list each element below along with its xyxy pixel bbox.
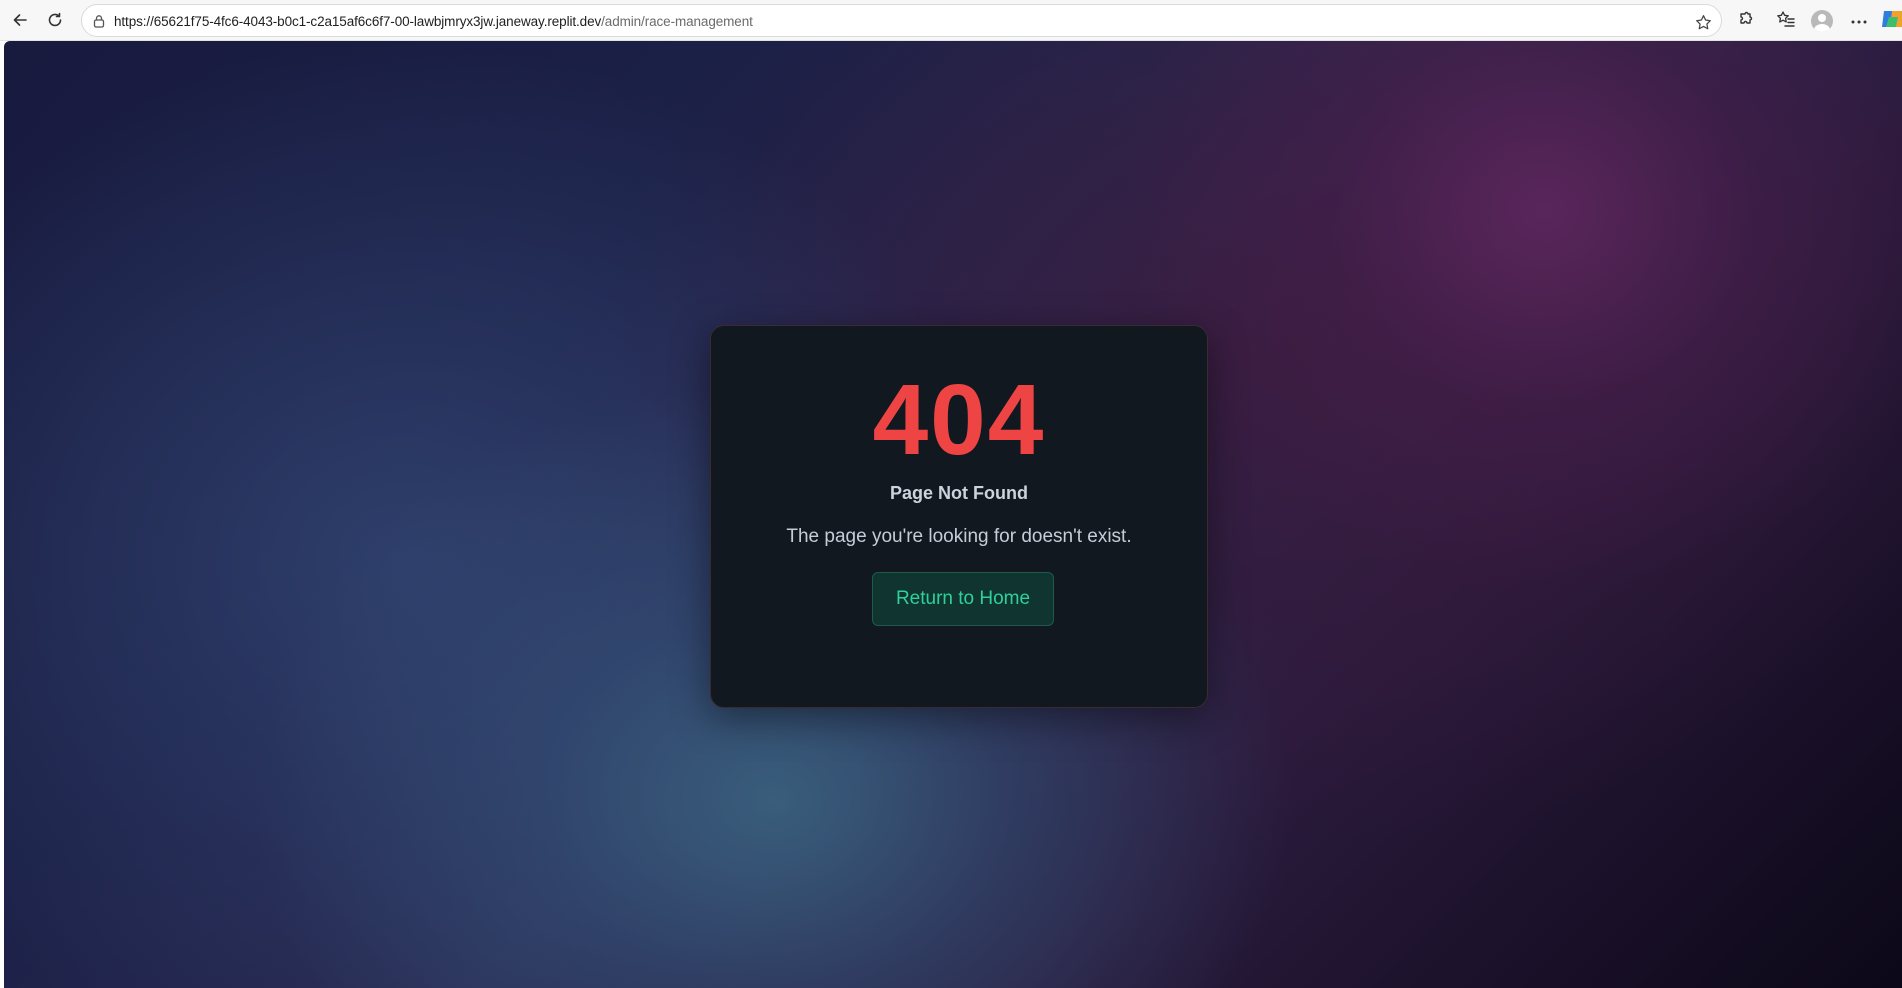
profile-button[interactable]: [1807, 6, 1837, 36]
error-code: 404: [872, 364, 1046, 476]
reload-button[interactable]: [41, 6, 69, 34]
copilot-icon: [1880, 8, 1902, 35]
ellipsis-icon: [1850, 12, 1868, 30]
extensions-button[interactable]: [1731, 6, 1761, 36]
error-title: Page Not Found: [890, 483, 1028, 503]
profile-avatar-icon: [1811, 10, 1833, 32]
lock-icon[interactable]: [90, 12, 108, 30]
address-bar[interactable]: https://65621f75-4fc6-4043-b0c1-c2a15af6…: [81, 4, 1722, 37]
reload-icon: [46, 11, 64, 29]
error-message: The page you're looking for doesn't exis…: [786, 526, 1132, 547]
puzzle-icon: [1737, 10, 1755, 33]
copilot-button[interactable]: [1880, 6, 1902, 36]
arrow-left-icon: [11, 11, 29, 29]
favorites-button[interactable]: [1771, 6, 1801, 36]
star-icon[interactable]: [1693, 12, 1713, 32]
browser-toolbar: https://65621f75-4fc6-4043-b0c1-c2a15af6…: [0, 0, 1902, 41]
url-text[interactable]: https://65621f75-4fc6-4043-b0c1-c2a15af6…: [114, 14, 753, 29]
url-path: /admin/race-management: [601, 14, 753, 29]
url-host: https://65621f75-4fc6-4043-b0c1-c2a15af6…: [114, 14, 602, 29]
return-home-button[interactable]: Return to Home: [872, 572, 1054, 626]
not-found-card: 404 Page Not Found The page you're looki…: [710, 325, 1208, 708]
page-viewport: 404 Page Not Found The page you're looki…: [4, 41, 1902, 988]
more-options-button[interactable]: [1844, 6, 1874, 36]
back-button[interactable]: [6, 6, 34, 34]
favorites-list-icon: [1776, 10, 1796, 33]
